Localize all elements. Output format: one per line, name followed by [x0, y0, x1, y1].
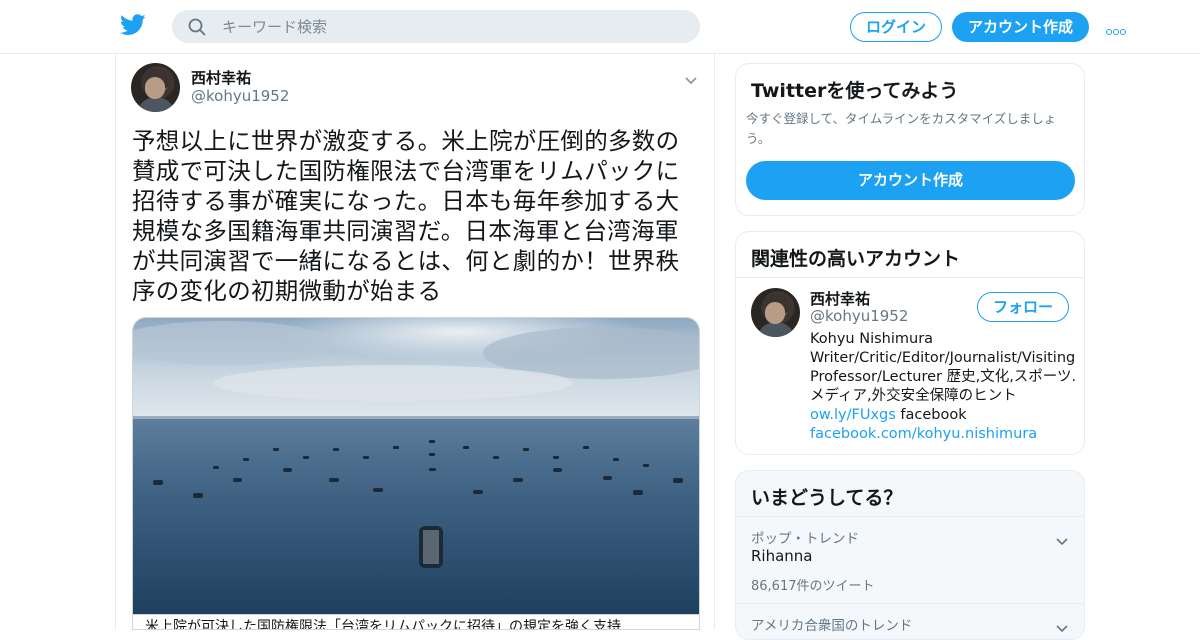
tweet-media-image[interactable]: 米上院が可決した国防権限法「台湾をリムパックに招待」の規定を強く支持	[132, 317, 700, 630]
divider	[736, 603, 1084, 604]
login-button[interactable]: ログイン	[850, 12, 942, 42]
chevron-down-icon[interactable]	[684, 70, 698, 85]
signup-button[interactable]: アカウント作成	[952, 12, 1089, 42]
search-input[interactable]	[222, 10, 682, 43]
tweet-permalink: 西村幸祐 @kohyu1952 予想以上に世界が激変する。米上院が圧倒的多数の賛…	[115, 54, 715, 630]
account-name[interactable]: 西村幸祐	[810, 288, 870, 309]
author-avatar[interactable]	[131, 63, 180, 112]
bio-link-owly[interactable]: ow.ly/FUxgs	[810, 407, 896, 423]
related-accounts-card: 関連性の高いアカウント 西村幸祐 @kohyu1952 フォロー Kohyu N…	[735, 231, 1085, 455]
bio-text-facebook: facebook	[895, 407, 967, 423]
bio-link-facebook[interactable]: facebook.com/kohyu.nishimura	[810, 426, 1037, 442]
divider	[736, 277, 1084, 278]
trends-card: いまどうしてる？ ポップ・トレンド Rihanna 86,617件のツイート ア…	[735, 470, 1085, 640]
signup-card: Twitterを使ってみよう 今すぐ登録して、タイムラインをカスタマイズしましょ…	[735, 63, 1085, 216]
signup-card-button[interactable]: アカウント作成	[746, 161, 1075, 200]
trend-name[interactable]: Rihanna	[751, 547, 813, 565]
search-icon	[188, 18, 206, 36]
chevron-down-icon[interactable]	[1056, 531, 1068, 546]
bio-text: Kohyu Nishimura Writer/Critic/Editor/Jou…	[810, 331, 1077, 404]
top-nav: ログイン アカウント作成	[0, 0, 1200, 54]
author-name[interactable]: 西村幸祐	[191, 67, 251, 88]
media-caption[interactable]: 米上院が可決した国防権限法「台湾をリムパックに招待」の規定を強く支持	[133, 614, 699, 629]
more-dots-icon[interactable]	[1106, 20, 1130, 35]
account-handle[interactable]: @kohyu1952	[810, 307, 908, 325]
trend-tweet-count: 86,617件のツイート	[751, 579, 875, 594]
trend-context[interactable]: ポップ・トレンド	[751, 527, 859, 547]
follow-button[interactable]: フォロー	[977, 292, 1069, 322]
twitter-bird-icon[interactable]	[119, 13, 146, 37]
trends-title: いまどうしてる？	[751, 487, 903, 509]
divider	[736, 516, 1084, 517]
chevron-down-icon[interactable]	[1056, 618, 1068, 633]
author-handle[interactable]: @kohyu1952	[191, 87, 289, 105]
signup-card-description: 今すぐ登録して、タイムラインをカスタマイズしましょう。	[746, 111, 1057, 146]
account-avatar[interactable]	[751, 288, 800, 337]
related-accounts-title: 関連性の高いアカウント	[751, 248, 961, 270]
search-bar[interactable]	[172, 10, 700, 43]
trend-context[interactable]: アメリカ合衆国のトレンド	[751, 614, 912, 634]
account-bio: Kohyu Nishimura Writer/Critic/Editor/Jou…	[810, 330, 1078, 444]
tweet-text: 予想以上に世界が激変する。米上院が圧倒的多数の賛成で可決した国防権限法で台湾軍を…	[132, 127, 680, 305]
signup-card-title: Twitterを使ってみよう	[751, 80, 959, 102]
